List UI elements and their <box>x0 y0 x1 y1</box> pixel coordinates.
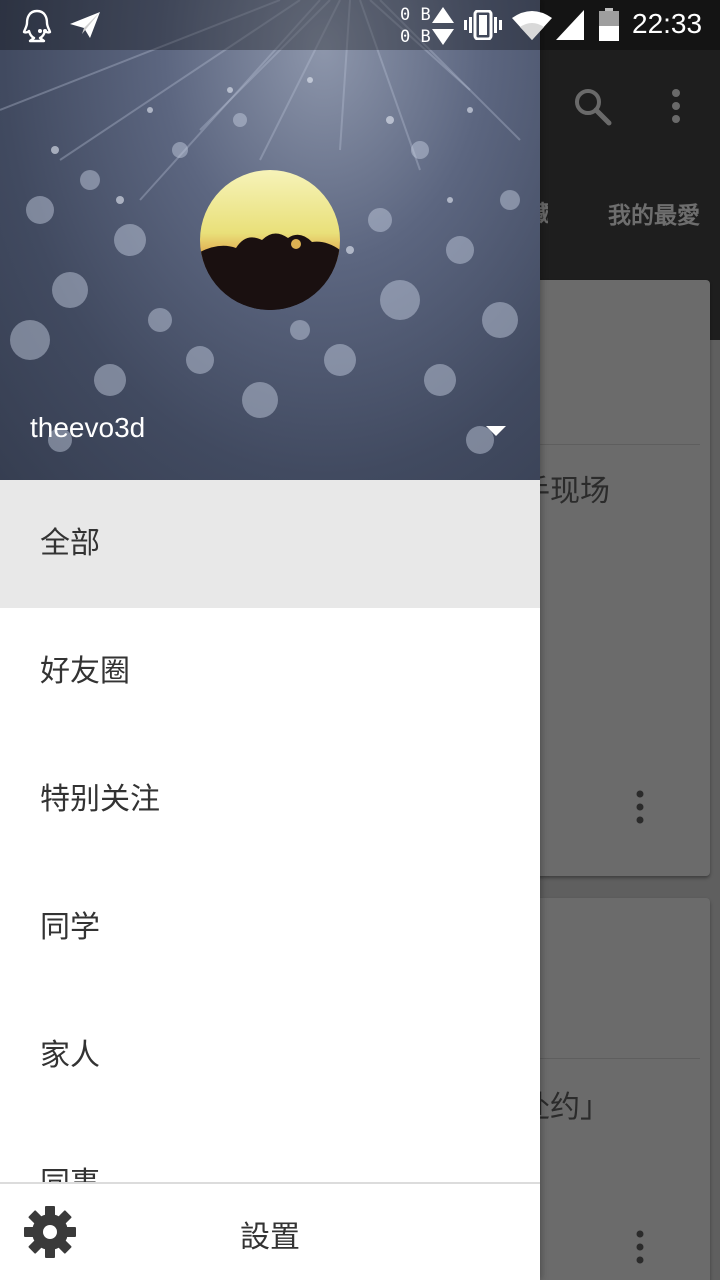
drawer-header: theevo3d <box>0 0 540 480</box>
screen: 藏 我的最愛 手现场 赴约」 <box>0 0 720 1280</box>
dropdown-arrow-icon[interactable] <box>484 424 508 438</box>
status-bar: 0 B 0 B 22:33 <box>0 0 720 50</box>
menu-item-family[interactable]: 家人 <box>0 992 540 1120</box>
menu-item-special-follow[interactable]: 特别关注 <box>0 736 540 864</box>
battery-icon <box>599 8 619 41</box>
username: theevo3d <box>30 412 146 443</box>
traffic-down-value: 0 B <box>400 27 431 47</box>
send-icon <box>70 12 100 38</box>
qq-icon <box>22 9 52 43</box>
arrow-up-icon <box>432 7 454 23</box>
signal-icon <box>556 10 584 40</box>
more-vert-icon[interactable] <box>664 88 688 124</box>
search-icon[interactable] <box>572 86 612 126</box>
avatar[interactable] <box>200 170 340 310</box>
network-traffic: 0 B 0 B <box>400 4 460 48</box>
status-time: 22:33 <box>632 8 703 39</box>
menu-item-friends-circle[interactable]: 好友圈 <box>0 608 540 736</box>
wifi-icon <box>512 11 552 40</box>
menu-item-colleagues[interactable]: 同事 <box>0 1120 540 1183</box>
menu-item-all[interactable]: 全部 <box>0 480 540 608</box>
tab-favorites[interactable]: 我的最愛 <box>608 196 700 230</box>
drawer-footer[interactable]: 設置 <box>0 1182 540 1280</box>
arrow-down-icon <box>432 29 454 45</box>
feed-card[interactable]: 赴约」 <box>520 898 710 1280</box>
more-vert-icon[interactable] <box>636 790 644 824</box>
vibrate-icon <box>464 10 502 40</box>
traffic-up-value: 0 B <box>400 5 431 25</box>
gear-icon[interactable] <box>22 1204 78 1260</box>
drawer-menu-list: 全部 好友圈 特别关注 同学 家人 同事 <box>0 480 540 1183</box>
card-divider <box>520 444 700 445</box>
feed-card[interactable]: 手现场 <box>520 280 710 876</box>
settings-label[interactable]: 設置 <box>240 1212 300 1256</box>
navigation-drawer: theevo3d 全部 好友圈 特别关注 同学 家人 同事 <box>0 0 540 1280</box>
card-divider <box>520 1058 700 1059</box>
menu-item-classmates[interactable]: 同学 <box>0 864 540 992</box>
more-vert-icon[interactable] <box>636 1230 644 1264</box>
